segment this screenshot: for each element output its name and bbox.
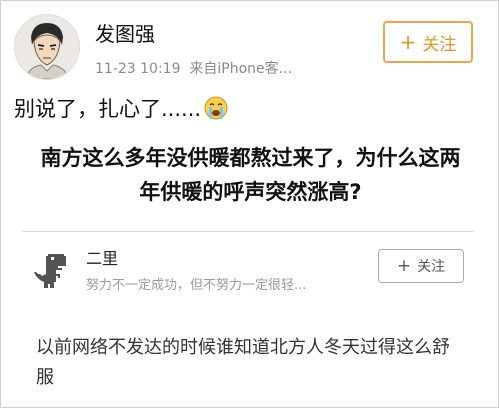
post-caption: 别说了，扎心了...... bbox=[14, 93, 229, 123]
crying-face-icon bbox=[203, 95, 229, 121]
avatar-illustration bbox=[15, 15, 79, 79]
dinosaur-icon[interactable] bbox=[28, 252, 68, 290]
post-source: 来自iPhone客... bbox=[189, 61, 292, 77]
follow-answer-author-button[interactable]: + 关注 bbox=[378, 249, 464, 283]
follow-button[interactable]: + 关注 bbox=[383, 21, 473, 63]
plus-icon: + bbox=[399, 30, 417, 54]
post-caption-text: 别说了，扎心了...... bbox=[14, 97, 202, 121]
follow-answer-author-label: 关注 bbox=[417, 259, 446, 275]
post-timestamp: 11-23 10:19 bbox=[95, 61, 181, 77]
answer-author[interactable]: 二里 bbox=[86, 245, 118, 269]
answer-author-motto: 努力不一定成功，但不努力一定很轻... bbox=[86, 278, 307, 293]
avatar[interactable] bbox=[14, 14, 80, 80]
username[interactable]: 发图强 bbox=[95, 18, 155, 47]
follow-button-label: 关注 bbox=[422, 34, 457, 55]
divider bbox=[22, 231, 474, 232]
question-title[interactable]: 南方这么多年没供暖都熬过来了，为什么这两年供暖的呼声突然涨高? bbox=[38, 141, 463, 209]
plus-icon: + bbox=[396, 255, 412, 276]
post-meta: 11-23 10:19 来自iPhone客... bbox=[95, 58, 292, 78]
answer-text[interactable]: 以前网络不发达的时候谁知道北方人冬天过得这么舒服 bbox=[36, 333, 466, 393]
